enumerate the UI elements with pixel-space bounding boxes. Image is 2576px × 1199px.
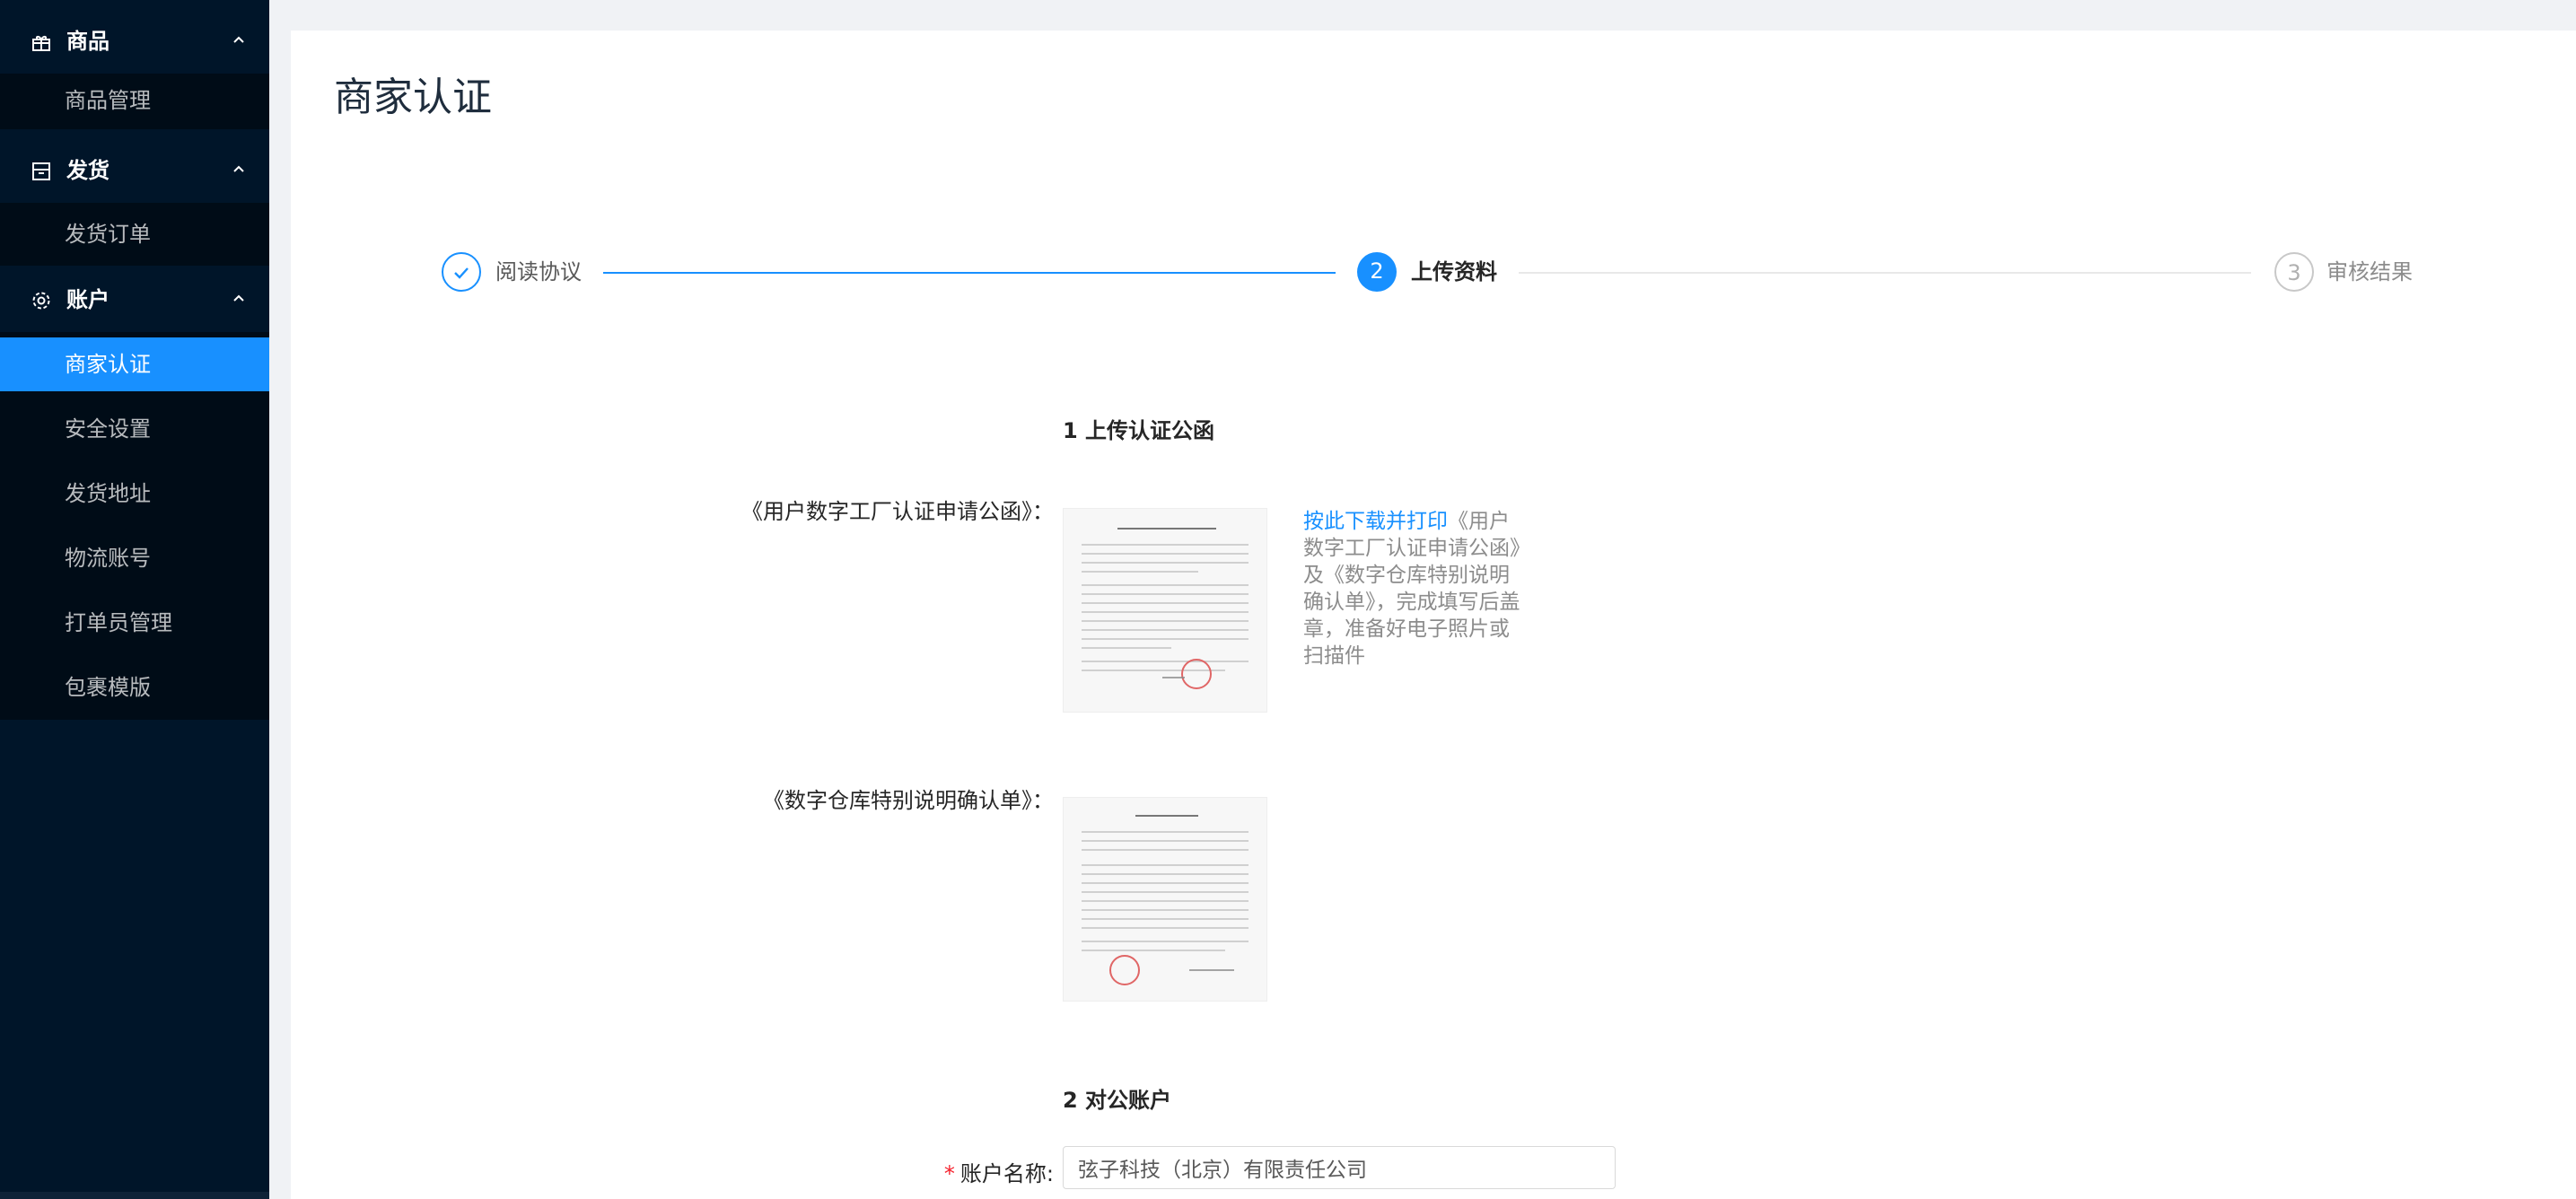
chevron-up-icon[interactable]: [230, 31, 248, 48]
sidebar-group-products[interactable]: 商品: [0, 9, 269, 74]
sidebar-item-label: 商品管理: [65, 88, 151, 113]
section-upload-letter-title: 1 上传认证公函: [1063, 418, 1215, 443]
submenu-products: 商品管理: [0, 74, 269, 129]
sidebar-group-label: 商品: [66, 29, 110, 54]
download-help-text: 按此下载并打印《用户数字工厂认证申请公函》及《数字仓库特别说明确认单》，完成填写…: [1303, 508, 1520, 670]
sidebar-group-label: 发货: [66, 158, 110, 183]
doc2-label: 《数字仓库特别说明确认单》：: [763, 788, 1054, 813]
sidebar-item-label: 包裹模版: [65, 675, 151, 700]
sidebar-item-label: 商家认证: [65, 352, 151, 377]
box-icon: [32, 162, 50, 180]
step-connector-pending: [1519, 272, 2251, 274]
section-corporate-account-title: 2 对公账户: [1063, 1088, 1172, 1113]
gear-icon: [32, 292, 50, 310]
document-image-icon: [1064, 509, 1266, 712]
step-2-indicator: 2: [1357, 252, 1397, 292]
sidebar-group-label: 账户: [66, 287, 110, 312]
sidebar: 商品 商品管理 发货 发货订单 账户 商家认证 安全设置 发货地址 物流账号 打…: [0, 0, 269, 1199]
step-1-label: 阅读协议: [495, 259, 582, 284]
account-name-label-text: 账户名称:: [959, 1161, 1054, 1186]
download-print-link[interactable]: 按此下载并打印: [1303, 510, 1448, 533]
sidebar-item-label: 打单员管理: [65, 610, 172, 635]
doc1-label: 《用户数字工厂认证申请公函》：: [741, 499, 1054, 524]
submenu-account: 商家认证 安全设置 发货地址 物流账号 打单员管理 包裹模版: [0, 332, 269, 720]
sidebar-item-shipping-orders[interactable]: 发货订单: [0, 207, 269, 261]
sidebar-item-merchant-certification[interactable]: 商家认证: [0, 337, 269, 391]
page-title: 商家认证: [334, 74, 492, 120]
check-icon: [454, 267, 469, 279]
doc1-thumbnail[interactable]: [1063, 508, 1267, 713]
chevron-up-icon[interactable]: [230, 289, 248, 307]
sidebar-item-logistics-account[interactable]: 物流账号: [0, 531, 269, 585]
required-mark: *: [943, 1161, 955, 1186]
sidebar-item-label: 安全设置: [65, 416, 151, 442]
sidebar-item-label: 物流账号: [65, 546, 151, 571]
chevron-up-icon[interactable]: [230, 160, 248, 178]
top-bar: [269, 0, 2576, 9]
sidebar-item-security-settings[interactable]: 安全设置: [0, 402, 269, 456]
sidebar-item-shipping-address[interactable]: 发货地址: [0, 467, 269, 521]
step-3-label: 审核结果: [2326, 259, 2413, 284]
sidebar-item-label: 发货订单: [65, 222, 151, 247]
help-description: 《用户数字工厂认证申请公函》及《数字仓库特别说明确认单》，完成填写后盖章，准备好…: [1303, 510, 1520, 668]
step-2-label: 上传资料: [1411, 259, 1497, 284]
step-3-indicator: 3: [2274, 252, 2314, 292]
account-name-input[interactable]: [1063, 1146, 1616, 1189]
account-name-label: * 账户名称:: [944, 1156, 1054, 1187]
step-connector-done: [603, 272, 1336, 274]
sidebar-item-product-management[interactable]: 商品管理: [0, 74, 269, 127]
sidebar-group-account[interactable]: 账户: [0, 267, 269, 332]
doc2-thumbnail[interactable]: [1063, 797, 1267, 1002]
document-image-icon: [1064, 798, 1266, 1001]
gift-icon: [32, 36, 50, 51]
sidebar-item-printer-management[interactable]: 打单员管理: [0, 596, 269, 650]
sidebar-item-package-template[interactable]: 包裹模版: [0, 661, 269, 714]
submenu-shipping: 发货订单: [0, 203, 269, 266]
sidebar-item-label: 发货地址: [65, 481, 151, 506]
sidebar-footer-bar: [0, 1192, 269, 1199]
sidebar-group-shipping[interactable]: 发货: [0, 138, 269, 203]
step-1-indicator: [442, 252, 481, 292]
